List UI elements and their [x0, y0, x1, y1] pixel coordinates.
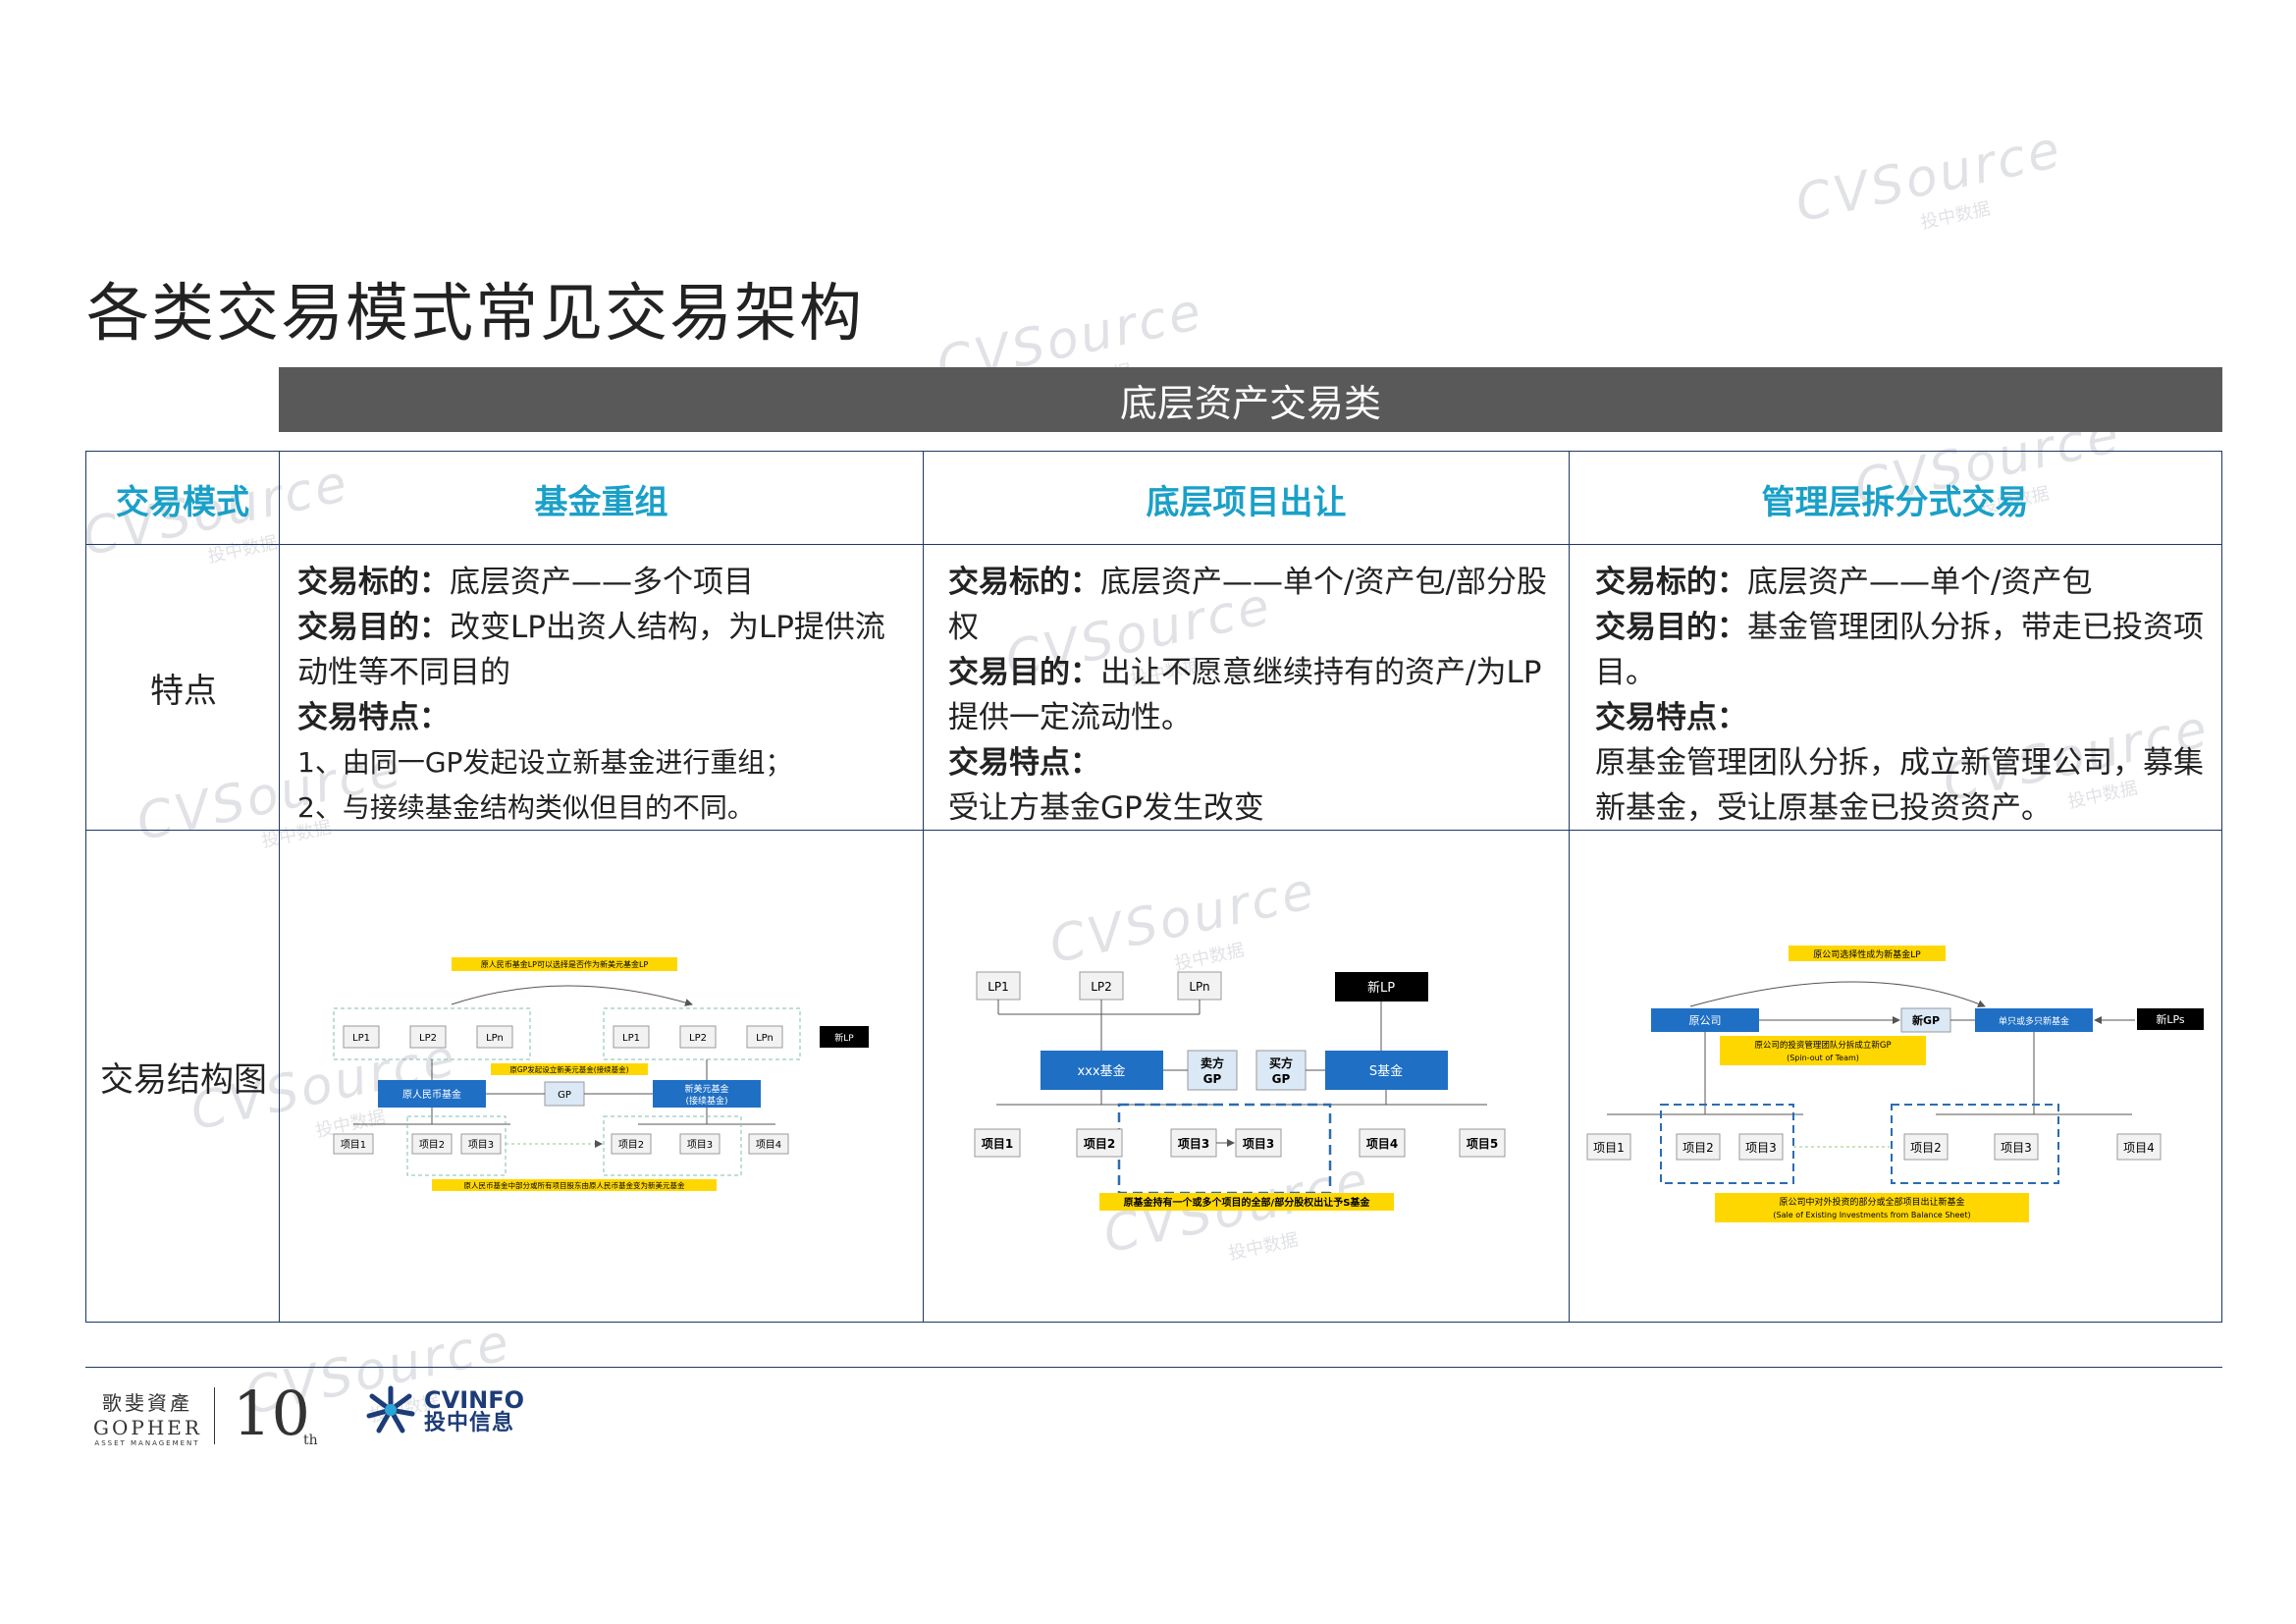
svg-text:LP1: LP1	[622, 1033, 640, 1044]
svg-text:原公司选择性成为新基金LP: 原公司选择性成为新基金LP	[1813, 948, 1921, 960]
svg-text:(接续基金): (接续基金)	[685, 1095, 727, 1107]
features-fund-restructure: 交易标的：底层资产——多个项目 交易目的：改变LP出资人结构，为LP提供流动性等…	[297, 565, 885, 824]
svg-text:GP: GP	[1203, 1072, 1222, 1086]
diagram-spinout-trade: 原公司选择性成为新基金LP 原公司 新GP 单只或多只新基金 新LPs 原公司的…	[1582, 938, 2211, 1232]
svg-text:原GP发起设立新美元基金(接续基金): 原GP发起设立新美元基金(接续基金)	[509, 1064, 628, 1074]
svg-text:新LP: 新LP	[1367, 980, 1395, 996]
svg-text:买方: 买方	[1269, 1056, 1293, 1070]
page-title: 各类交易模式常见交易架构	[86, 278, 864, 351]
svg-text:项目2: 项目2	[1910, 1141, 1942, 1155]
svg-text:项目3: 项目3	[1745, 1141, 1777, 1155]
row-label-features: 特点	[150, 672, 217, 711]
svg-text:S基金: S基金	[1369, 1063, 1403, 1079]
svg-text:LP1: LP1	[352, 1033, 370, 1044]
diagram-fund-restructure: 原人民币基金LP可以选择是否作为新美元基金LP LP1 LP2 LPn LP1 …	[324, 947, 883, 1222]
svg-text:xxx基金: xxx基金	[1077, 1063, 1125, 1079]
table-divider	[85, 544, 2222, 545]
svg-text:项目2: 项目2	[419, 1139, 445, 1151]
row-label-diagram: 交易结构图	[100, 1059, 267, 1100]
svg-text:LPn: LPn	[486, 1033, 504, 1044]
tenth-anniversary-logo: 10 th	[231, 1378, 329, 1452]
cvinfo-logo: CVINFO 投中信息	[365, 1384, 524, 1439]
gopher-logo-cn: 歌斐資產	[102, 1391, 192, 1415]
svg-text:原公司中对外投资的部分或全部项目出让新基金: 原公司中对外投资的部分或全部项目出让新基金	[1779, 1196, 1964, 1208]
svg-text:新美元基金: 新美元基金	[684, 1083, 728, 1095]
footer-divider	[85, 1367, 2222, 1368]
header-spinout-trade: 管理层拆分式交易	[1761, 482, 2029, 522]
svg-text:LPn: LPn	[1189, 980, 1209, 994]
logo-separator	[214, 1387, 215, 1444]
table-divider	[1569, 451, 1570, 1323]
svg-text:项目1: 项目1	[341, 1139, 366, 1151]
svg-text:项目2: 项目2	[1682, 1141, 1714, 1155]
svg-text:项目1: 项目1	[1593, 1141, 1625, 1155]
svg-text:th: th	[303, 1433, 318, 1448]
svg-text:LP2: LP2	[689, 1033, 707, 1044]
svg-text:项目3: 项目3	[2001, 1141, 2032, 1155]
watermark: CVSource投中数据	[1790, 120, 2068, 235]
diagram-project-transfer: LP1 LP2 LPn 新LP xxx基金 卖方 GP 买方 GP S基金 项目…	[957, 957, 1536, 1222]
svg-text:原人民币基金中部分或所有项目股东由原人民币基金变为新美元基金: 原人民币基金中部分或所有项目股东由原人民币基金变为新美元基金	[464, 1180, 685, 1190]
svg-text:(Sale of Existing Investments: (Sale of Existing Investments from Balan…	[1773, 1211, 1970, 1219]
header-trade-mode: 交易模式	[116, 482, 249, 522]
svg-text:卖方: 卖方	[1201, 1056, 1224, 1070]
svg-text:单只或多只新基金: 单只或多只新基金	[1999, 1015, 2069, 1027]
header-project-transfer: 底层项目出让	[1146, 482, 1347, 522]
svg-text:项目4: 项目4	[1366, 1137, 1398, 1151]
svg-text:项目4: 项目4	[756, 1139, 781, 1151]
svg-text:项目1: 项目1	[982, 1137, 1013, 1151]
features-spinout-trade: 交易标的：底层资产——单个/资产包 交易目的：基金管理团队分拆，带走已投资项目。…	[1595, 565, 2204, 826]
svg-text:原公司的投资管理团队分拆成立新GP: 原公司的投资管理团队分拆成立新GP	[1754, 1040, 1891, 1051]
cvinfo-mark-icon	[365, 1384, 416, 1439]
svg-text:LP1: LP1	[988, 980, 1009, 994]
svg-text:10: 10	[233, 1380, 310, 1448]
section-band-title: 底层资产交易类	[1119, 381, 1381, 425]
svg-text:新LP: 新LP	[834, 1032, 854, 1044]
gopher-logo-en: GOPHER	[93, 1416, 202, 1439]
svg-text:项目5: 项目5	[1467, 1137, 1498, 1151]
svg-text:项目2: 项目2	[1084, 1137, 1115, 1151]
svg-text:项目2: 项目2	[618, 1139, 644, 1151]
section-band: 底层资产交易类	[279, 367, 2222, 432]
gopher-logo: 歌斐資產 GOPHER ASSET MANAGEMENT	[93, 1387, 201, 1447]
svg-text:新LPs: 新LPs	[2156, 1012, 2185, 1026]
table-divider	[923, 451, 924, 1323]
svg-text:新GP: 新GP	[1912, 1013, 1940, 1027]
svg-text:项目3: 项目3	[687, 1139, 713, 1151]
svg-text:原人民币基金: 原人民币基金	[402, 1088, 461, 1101]
svg-text:项目3: 项目3	[1178, 1137, 1209, 1151]
gopher-logo-sub: ASSET MANAGEMENT	[94, 1439, 200, 1447]
svg-text:LP2: LP2	[1091, 980, 1112, 994]
svg-text:GP: GP	[558, 1090, 571, 1101]
svg-text:LP2: LP2	[419, 1033, 437, 1044]
svg-text:项目3: 项目3	[1243, 1137, 1274, 1151]
svg-text:GP: GP	[1272, 1072, 1291, 1086]
table-divider	[279, 451, 280, 1323]
header-fund-restructure: 基金重组	[534, 482, 668, 522]
svg-text:LPn: LPn	[756, 1033, 774, 1044]
svg-text:项目4: 项目4	[2123, 1141, 2155, 1155]
svg-text:原人民币基金LP可以选择是否作为新美元基金LP: 原人民币基金LP可以选择是否作为新美元基金LP	[481, 959, 649, 969]
svg-text:项目3: 项目3	[468, 1139, 494, 1151]
features-project-transfer: 交易标的：底层资产——单个/资产包/部分股权 交易目的：出让不愿意继续持有的资产…	[948, 565, 1547, 826]
cvinfo-logo-cn: 投中信息	[424, 1411, 515, 1435]
svg-text:原公司: 原公司	[1689, 1014, 1722, 1027]
svg-text:(Spin-out of Team): (Spin-out of Team)	[1787, 1054, 1859, 1062]
svg-text:原基金持有一个或多个项目的全部/部分股权出让予S基金: 原基金持有一个或多个项目的全部/部分股权出让予S基金	[1124, 1196, 1371, 1209]
cvinfo-logo-en: CVINFO	[424, 1386, 524, 1414]
